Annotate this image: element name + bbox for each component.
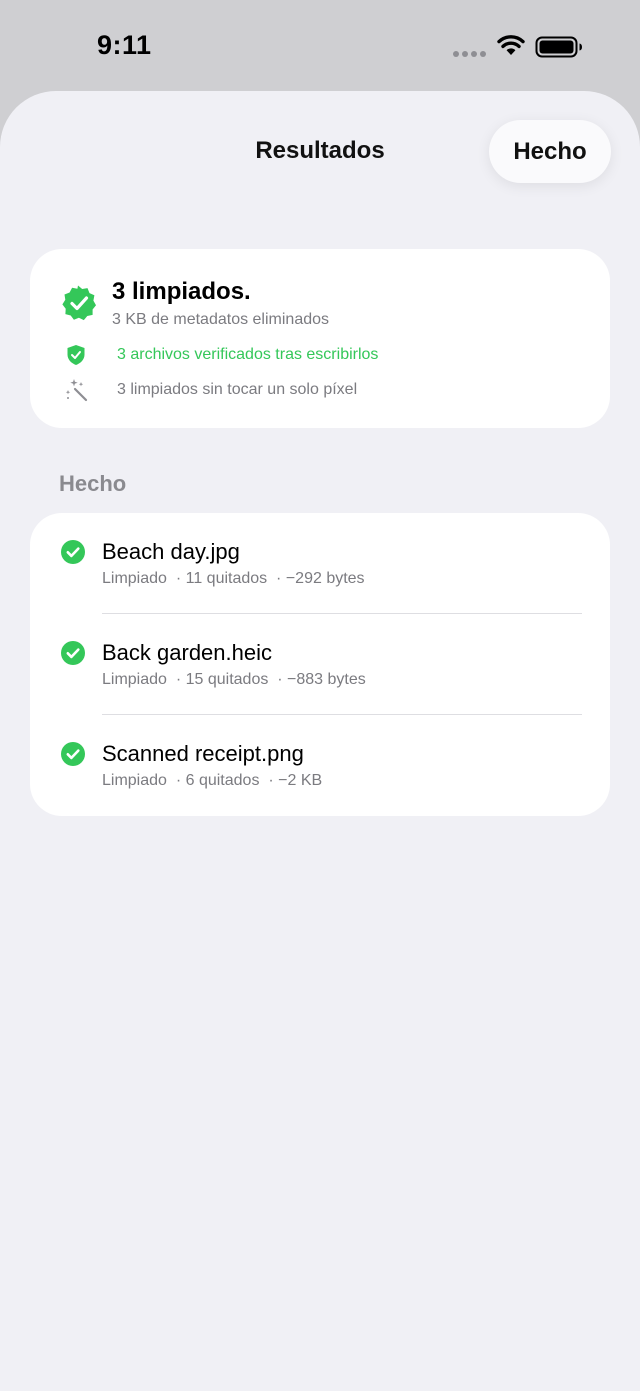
summary-title: 3 limpiados.: [112, 278, 251, 305]
list-item: Beach day.jpg Limpiado · 11 quitados · −…: [30, 513, 610, 614]
checkmark-circle-icon: [61, 641, 85, 665]
verified-text: 3 archivos verificados tras escribirlos: [117, 346, 379, 363]
screen: 9:11 Resultados Hecho 3 limpiados. 3 KB …: [0, 0, 640, 1391]
checkmark-circle-icon: [61, 742, 85, 766]
file-name: Back garden.heic: [102, 640, 272, 665]
file-name: Beach day.jpg: [102, 539, 240, 564]
file-status: Limpiado: [102, 671, 167, 688]
section-header: Hecho: [59, 471, 127, 496]
checkmark-shield-icon: [67, 345, 85, 365]
file-name: Scanned receipt.png: [102, 741, 304, 766]
file-meta: Limpiado · 11 quitados · −292 bytes: [102, 570, 365, 587]
file-removed-count: 6 quitados: [185, 772, 260, 789]
file-bytes-saved: −883 bytes: [287, 671, 366, 688]
summary-card: 3 limpiados. 3 KB de metadatos eliminado…: [30, 249, 610, 428]
battery-icon: [535, 36, 582, 58]
status-bar: 9:11: [0, 0, 640, 92]
cellular-signal-icon: [453, 51, 486, 57]
file-bytes-saved: −2 KB: [278, 772, 323, 789]
file-bytes-saved: −292 bytes: [285, 570, 365, 587]
file-meta: Limpiado · 6 quitados · −2 KB: [102, 772, 323, 789]
file-status: Limpiado: [102, 772, 167, 789]
wifi-icon: [497, 35, 525, 55]
file-removed-count: 11 quitados: [185, 570, 268, 587]
checkmark-circle-icon: [61, 540, 85, 564]
list-item: Back garden.heic Limpiado · 15 quitados …: [30, 614, 610, 715]
file-removed-count: 15 quitados: [185, 671, 269, 688]
file-meta: Limpiado · 15 quitados · −883 bytes: [102, 671, 366, 688]
status-time: 9:11: [97, 30, 152, 60]
summary-subtitle: 3 KB de metadatos eliminados: [112, 311, 330, 328]
pixel-note-text: 3 limpiados sin tocar un solo píxel: [117, 381, 358, 398]
files-list: Beach day.jpg Limpiado · 11 quitados · −…: [30, 513, 610, 816]
done-button[interactable]: Hecho: [489, 120, 611, 183]
list-item: Scanned receipt.png Limpiado · 6 quitado…: [30, 715, 610, 816]
magic-wand-icon: [65, 379, 88, 402]
checkmark-seal-icon: [62, 285, 96, 321]
file-status: Limpiado: [102, 570, 167, 587]
results-sheet: Resultados Hecho 3 limpiados. 3 KB de me…: [0, 91, 640, 1391]
